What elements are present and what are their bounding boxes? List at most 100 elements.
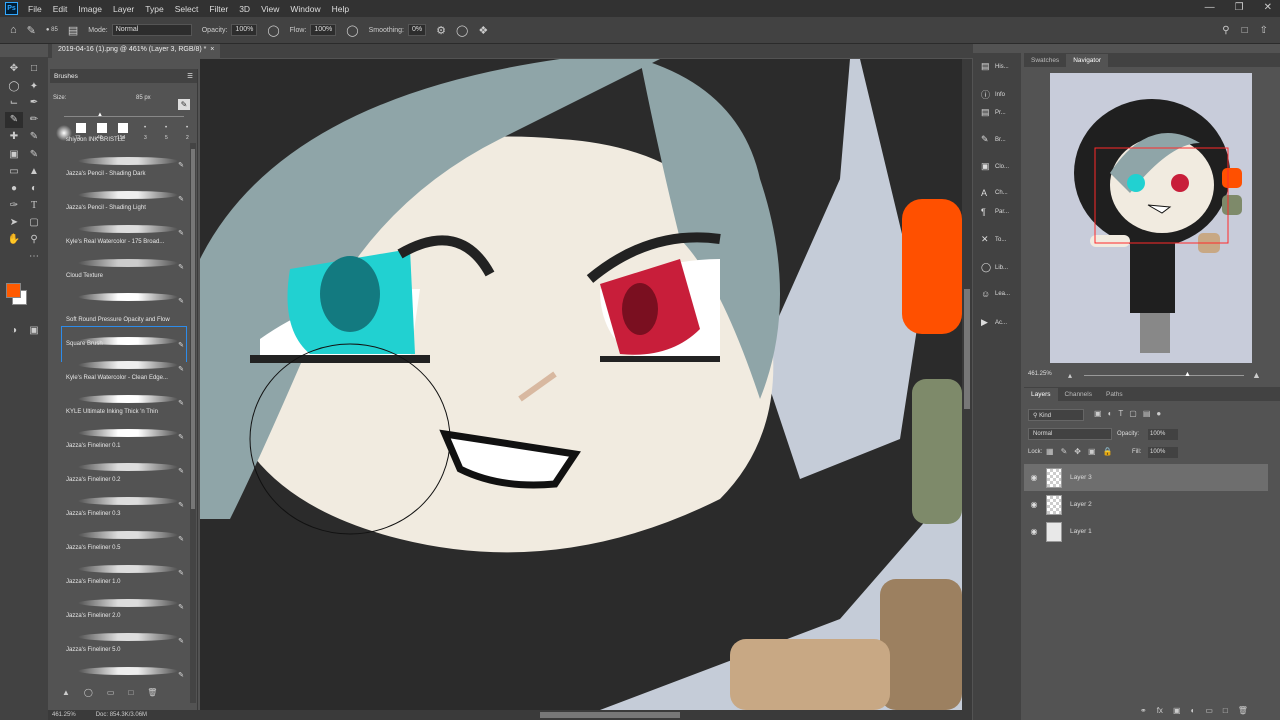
dodge-tool-icon[interactable]: ◐: [25, 181, 43, 197]
eyedropper-tool-icon[interactable]: ✒: [25, 95, 43, 111]
new-layer-icon[interactable]: □: [1223, 706, 1228, 715]
layer-opacity-field[interactable]: 100%: [1148, 429, 1178, 440]
pencil-tool-icon[interactable]: ✏: [25, 112, 43, 128]
blur-tool-icon[interactable]: ●: [5, 181, 23, 197]
tab-swatches[interactable]: Swatches: [1024, 54, 1066, 67]
new-brush-icon[interactable]: □: [128, 688, 133, 697]
pressure-opacity-icon[interactable]: ◯: [267, 24, 279, 37]
preset-dot-2[interactable]: •: [165, 125, 167, 131]
menu-help[interactable]: Help: [332, 4, 349, 14]
layer-style-icon[interactable]: fx: [1157, 706, 1163, 715]
menu-file[interactable]: File: [28, 4, 42, 14]
size-slider-handle[interactable]: ▲: [97, 112, 103, 118]
status-zoom[interactable]: 461.25%: [52, 712, 76, 718]
delete-icon[interactable]: 🗑: [147, 688, 157, 697]
tab-channels[interactable]: Channels: [1058, 388, 1099, 401]
adjustment-layer-icon[interactable]: ◐: [1191, 706, 1196, 715]
layer-mask-icon[interactable]: ▣: [1173, 706, 1181, 715]
panel-actions[interactable]: ▶ Ac...: [981, 317, 1007, 328]
eraser-tool-icon[interactable]: ▭: [5, 164, 23, 180]
tab-navigator[interactable]: Navigator: [1066, 53, 1109, 67]
zoom-slider-handle[interactable]: ▲: [1184, 371, 1191, 378]
home-icon[interactable]: ⌂: [10, 24, 17, 36]
menu-view[interactable]: View: [261, 4, 279, 14]
preset-dot-1[interactable]: •: [144, 125, 146, 131]
magic-wand-tool-icon[interactable]: ✦: [25, 79, 43, 95]
menu-image[interactable]: Image: [78, 4, 102, 14]
menu-select[interactable]: Select: [175, 4, 199, 14]
size-slider[interactable]: [64, 116, 184, 117]
opacity-field[interactable]: 100%: [231, 24, 258, 36]
menu-edit[interactable]: Edit: [53, 4, 68, 14]
new-group-icon[interactable]: ▭: [107, 688, 115, 697]
pixel-filter-icon[interactable]: ▣: [1094, 409, 1102, 418]
close-icon[interactable]: ✕: [1264, 2, 1272, 13]
preset-square-1[interactable]: [76, 123, 86, 133]
healing-tool-icon[interactable]: ✚: [5, 129, 23, 145]
type-tool-icon[interactable]: T: [25, 198, 43, 214]
brush-list-item[interactable]: Jazza's Fineliner 5.0 ✎: [62, 647, 186, 691]
menu-window[interactable]: Window: [290, 4, 320, 14]
rectangle-tool-icon[interactable]: ▢: [25, 215, 43, 231]
horizontal-scroll-thumb[interactable]: [540, 712, 680, 718]
minimize-icon[interactable]: —: [1205, 2, 1215, 13]
brush-tool-icon[interactable]: ✎: [5, 112, 23, 128]
canvas[interactable]: [200, 59, 962, 710]
panel-tool-presets[interactable]: ✕ To...: [981, 234, 1006, 245]
layer-row[interactable]: ◉ Layer 2: [1024, 491, 1268, 518]
smart-object-filter-icon[interactable]: ▤: [1143, 409, 1151, 418]
toggle-preview-icon[interactable]: ◯: [84, 688, 93, 697]
panel-character[interactable]: A Ch...: [981, 188, 1008, 198]
workspace-icon[interactable]: □: [1242, 25, 1248, 36]
zoom-tool-icon[interactable]: ⚲: [25, 232, 43, 248]
tab-paths[interactable]: Paths: [1099, 388, 1130, 401]
link-layers-icon[interactable]: ⚭: [1140, 706, 1147, 715]
size-value[interactable]: 85 px: [136, 95, 151, 101]
hand-tool-icon[interactable]: ✋: [5, 232, 23, 248]
type-filter-icon[interactable]: T: [1118, 409, 1123, 418]
blend-mode-select[interactable]: Normal: [1028, 428, 1112, 440]
search-icon[interactable]: ⚲: [1222, 25, 1229, 36]
eye-icon[interactable]: ◉: [1024, 500, 1044, 509]
panel-brush-settings[interactable]: ✎ Br...: [981, 134, 1006, 145]
delete-layer-icon[interactable]: 🗑: [1238, 706, 1248, 715]
vertical-scrollbar[interactable]: [962, 59, 972, 710]
pen-tool-icon[interactable]: ✑: [5, 198, 23, 214]
eye-icon[interactable]: ◉: [1024, 473, 1044, 482]
panel-history[interactable]: ▤ His...: [981, 61, 1009, 72]
history-brush-tool-icon[interactable]: ✎: [25, 147, 43, 163]
move-tool-icon[interactable]: ✥: [5, 61, 23, 77]
layer-row[interactable]: ◉ Layer 1: [1024, 518, 1268, 545]
panel-info[interactable]: ⓘ Info: [981, 88, 1005, 101]
edit-toolbar-icon[interactable]: ⋯: [25, 249, 43, 265]
adjustment-filter-icon[interactable]: ◐: [1108, 409, 1113, 418]
brush-size-preview[interactable]: ● 85: [46, 27, 58, 33]
lock-pixels-icon[interactable]: ▦: [1046, 447, 1054, 456]
tab-layers[interactable]: Layers: [1024, 387, 1058, 401]
lock-all-icon[interactable]: 🔒: [1103, 447, 1113, 456]
airbrush-icon[interactable]: ◯: [346, 24, 358, 37]
marquee-tool-icon[interactable]: □: [25, 61, 43, 77]
flow-field[interactable]: 100%: [310, 24, 337, 36]
brush-list-item[interactable]: Cloud Texture ✎: [62, 273, 186, 317]
new-group-icon[interactable]: ▭: [1205, 706, 1213, 715]
lock-artboard-icon[interactable]: ▣: [1088, 447, 1096, 456]
fill-field[interactable]: 100%: [1148, 447, 1178, 458]
menu-3d[interactable]: 3D: [239, 4, 250, 14]
lasso-tool-icon[interactable]: ◯: [5, 79, 23, 95]
screen-mode-icon[interactable]: ▣: [25, 323, 43, 339]
path-selection-tool-icon[interactable]: ➤: [5, 215, 23, 231]
zoom-out-icon[interactable]: ▴: [1068, 371, 1072, 380]
preset-dot-3[interactable]: •: [186, 125, 188, 131]
panel-libraries[interactable]: ◯ Lib...: [981, 262, 1008, 273]
mode-select[interactable]: Normal: [111, 24, 192, 36]
filter-kind-select[interactable]: ⚲ Kind: [1028, 409, 1084, 421]
preset-square-3[interactable]: [118, 123, 128, 133]
brush-settings-icon[interactable]: ▤: [68, 24, 78, 37]
panel-properties[interactable]: ▤ Pr...: [981, 107, 1006, 118]
pressure-size-icon[interactable]: ◯: [456, 24, 468, 37]
panel-learn[interactable]: ☺ Lea...: [981, 289, 1010, 299]
panel-paragraph[interactable]: ¶ Par...: [981, 207, 1009, 217]
eye-icon[interactable]: ◉: [1024, 527, 1044, 536]
horizontal-scrollbar[interactable]: [200, 710, 972, 720]
